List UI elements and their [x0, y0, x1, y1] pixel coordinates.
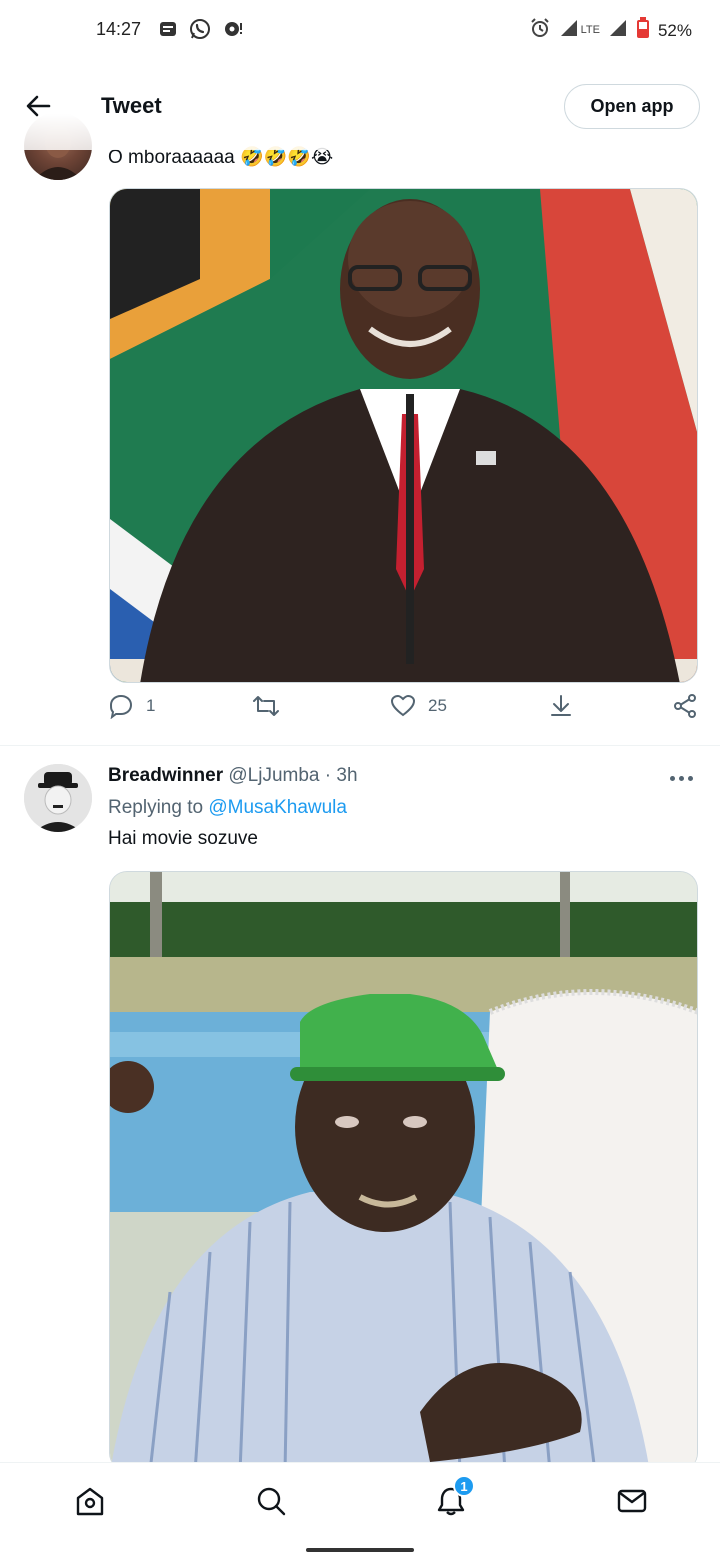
heart-icon	[390, 694, 416, 717]
nav-home[interactable]	[70, 1481, 110, 1521]
tweet-actions: 1 25	[0, 693, 720, 733]
author-name[interactable]: Breadwinner	[108, 765, 223, 786]
bottom-nav: 1	[0, 1462, 720, 1538]
status-left-icons	[158, 17, 244, 46]
tweet-2[interactable]: Breadwinner @LjJumba · 3h Replying to @M…	[0, 746, 720, 1471]
nav-messages[interactable]	[612, 1481, 652, 1521]
avatar[interactable]	[24, 764, 92, 832]
alarm-icon	[529, 17, 551, 44]
author-handle[interactable]: @LjJumba	[228, 765, 319, 786]
man-in-green-cap-photo	[110, 872, 697, 1471]
share-button[interactable]	[672, 693, 698, 719]
nav-search[interactable]	[251, 1481, 291, 1521]
more-dot	[687, 775, 693, 781]
retweet-icon	[253, 696, 279, 716]
signal-icon	[559, 18, 579, 43]
separator: ·	[324, 765, 332, 786]
messages-icon	[617, 1489, 647, 1513]
more-dot	[669, 775, 675, 781]
battery-percent: 52%	[657, 20, 692, 40]
more-options-button[interactable]	[666, 768, 696, 788]
status-bar: 14:27 LTE 52%	[0, 0, 720, 60]
home-indicator[interactable]	[306, 1548, 414, 1552]
like-count: 25	[428, 696, 447, 715]
more-dot	[678, 775, 684, 781]
reply-icon	[109, 694, 133, 719]
notification-icon	[158, 19, 178, 44]
chat-bubble-icon	[222, 18, 244, 45]
man-at-podium-photo	[110, 189, 697, 682]
like-button[interactable]: 25	[390, 693, 447, 719]
search-icon	[257, 1487, 286, 1516]
back-arrow-icon	[26, 95, 51, 117]
home-icon	[76, 1487, 104, 1516]
back-button[interactable]	[22, 90, 54, 122]
tweet-image[interactable]	[109, 871, 698, 1471]
open-app-button[interactable]: Open app	[564, 84, 700, 129]
nav-notifications[interactable]: 1	[431, 1475, 475, 1521]
reply-mention-link[interactable]: @MusaKhawula	[208, 797, 347, 818]
share-icon	[674, 694, 696, 718]
tweet-text: Hai movie sozuve	[108, 828, 258, 849]
tweet-image[interactable]	[109, 188, 698, 683]
tweet-time[interactable]: 3h	[336, 765, 357, 786]
author-line: Breadwinner @LjJumba · 3h	[108, 765, 358, 787]
tweet-1[interactable]: O mboraaaaaa 🤣🤣🤣😭 1 25	[0, 60, 720, 745]
replying-prefix: Replying to	[108, 797, 204, 818]
retweet-button[interactable]	[252, 693, 292, 719]
battery-icon	[636, 17, 650, 44]
replying-to-line: Replying to @MusaKhawula	[108, 797, 347, 819]
status-right-icons: LTE 52%	[529, 17, 692, 44]
download-button[interactable]	[548, 693, 574, 719]
reply-count: 1	[146, 696, 156, 715]
signal-icon	[608, 18, 628, 43]
reply-button[interactable]: 1	[108, 693, 155, 719]
download-icon	[551, 695, 571, 716]
notification-badge: 1	[453, 1475, 475, 1497]
whatsapp-icon	[188, 17, 212, 46]
page-title: Tweet	[101, 93, 162, 118]
status-time: 14:27	[96, 19, 142, 39]
header-bar: Tweet Open app	[0, 60, 720, 150]
lte-icon: LTE	[580, 24, 600, 36]
